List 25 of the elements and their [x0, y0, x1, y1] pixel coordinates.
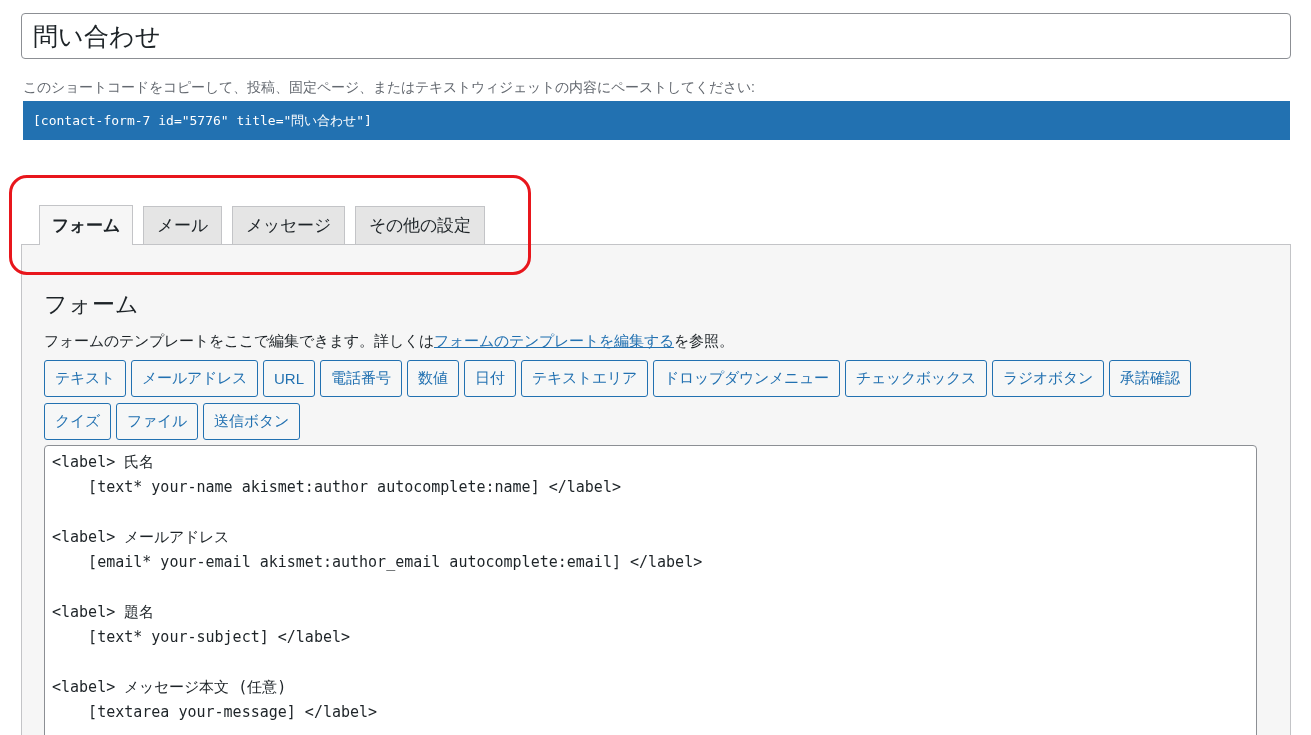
tag-generator-button[interactable]: テキストエリア — [521, 360, 648, 397]
panel-description: フォームのテンプレートをここで編集できます。詳しくはフォームのテンプレートを編集する を参照。 — [44, 331, 735, 351]
panel-heading: フォーム — [44, 290, 140, 319]
tag-generator-button[interactable]: メールアドレス — [131, 360, 258, 397]
template-editor[interactable]: <label> 氏名 [text* your-name akismet:author autocomplete:name] </label> <label> メールアドレス [email* your-email akismet:author_email autocomplete:email] </label> <label> 題名 [text* your-subject] </label> <label> メッセージ本文 (任意) [textarea your-message] </label> — [44, 445, 1257, 735]
shortcode-hint: このショートコードをコピーして、投稿、固定ページ、またはテキストウィジェットの内容にペーストしてください: — [23, 79, 756, 97]
tag-generator-button[interactable]: チェックボックス — [845, 360, 987, 397]
tag-generator-button[interactable]: テキスト — [44, 360, 126, 397]
tag-generator-button[interactable]: クイズ — [44, 403, 111, 440]
tag-generator-button[interactable]: ファイル — [116, 403, 198, 440]
tab[interactable]: その他の設定 — [355, 206, 485, 244]
tag-generator-button[interactable]: 承諾確認 — [1109, 360, 1191, 397]
tag-generator-button[interactable]: 数値 — [407, 360, 459, 397]
tag-generator-button[interactable]: URL — [263, 360, 315, 397]
shortcode-bar: [contact-form-7 id="5776" title="問い合わせ"] — [23, 101, 1290, 140]
tag-generator-button[interactable]: ラジオボタン — [992, 360, 1104, 397]
tab[interactable]: メッセージ — [232, 206, 345, 244]
tag-generator-button[interactable]: 送信ボタン — [203, 403, 300, 440]
title-field[interactable]: 問い合わせ — [21, 13, 1291, 59]
tab[interactable]: フォーム — [39, 205, 133, 245]
tag-generator-button[interactable]: 電話番号 — [320, 360, 402, 397]
tag-generator-button[interactable]: 日付 — [464, 360, 516, 397]
tab[interactable]: メール — [143, 206, 222, 244]
tag-generator-button[interactable]: ドロップダウンメニュー — [653, 360, 840, 397]
template-help-link[interactable]: フォームのテンプレートを編集する — [434, 332, 674, 349]
